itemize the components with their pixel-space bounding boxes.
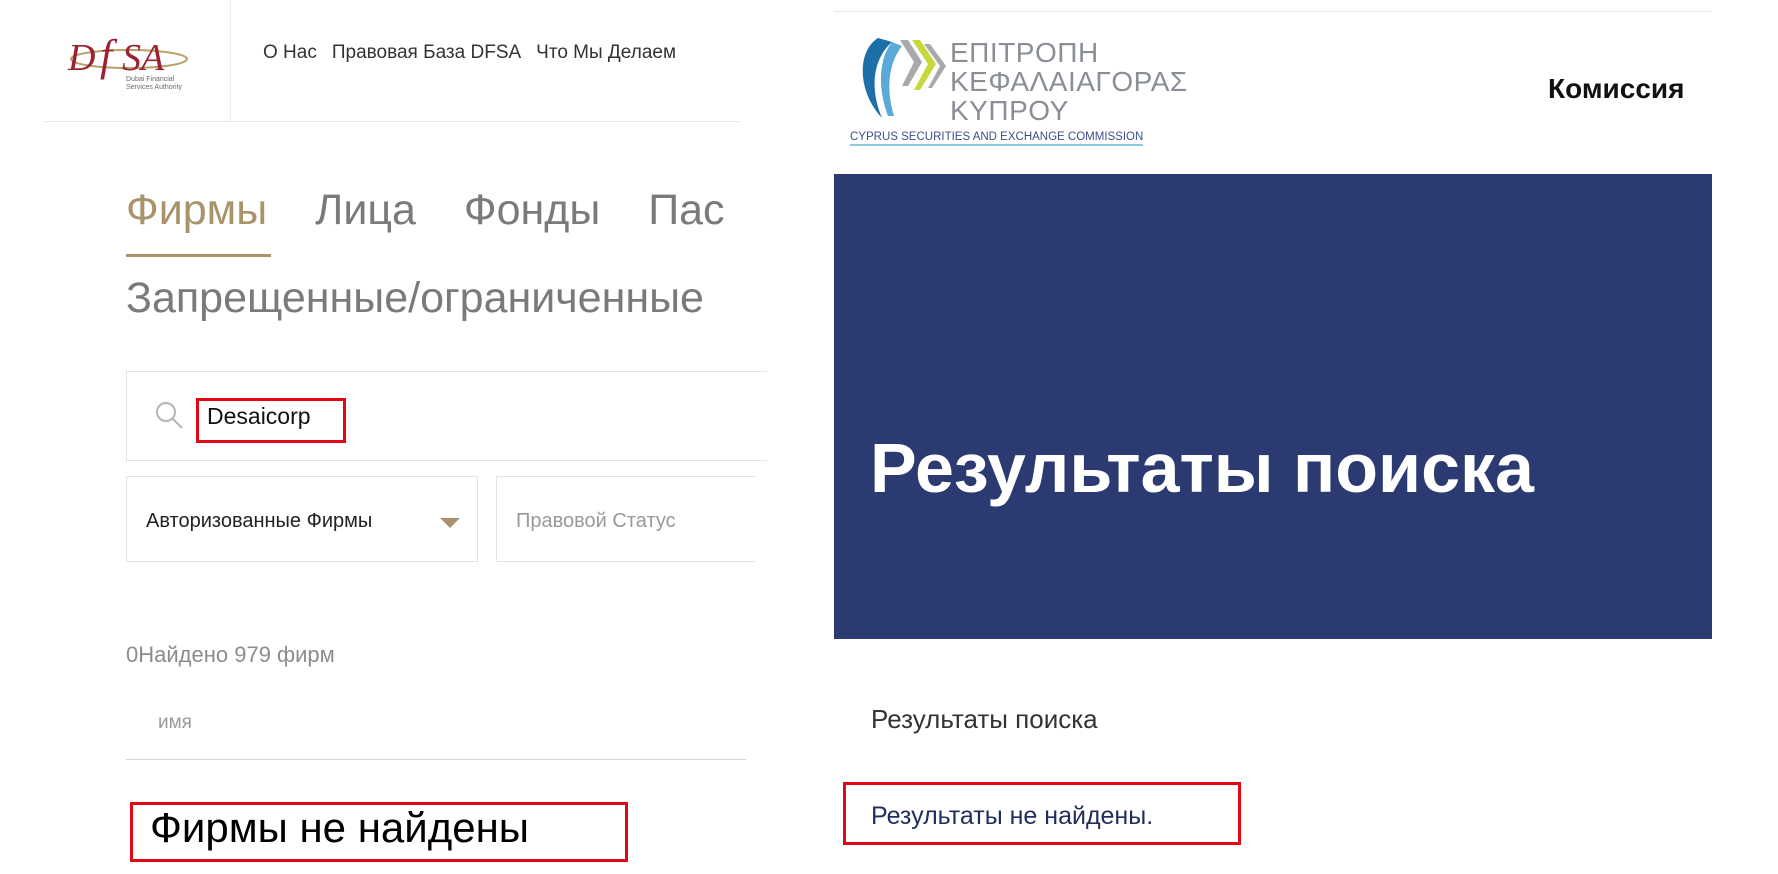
no-results-highlight-box bbox=[843, 782, 1241, 845]
page-banner bbox=[834, 174, 1712, 639]
cysec-logo-english: CYPRUS SECURITIES AND EXCHANGE COMMISSIO… bbox=[850, 131, 1144, 146]
search-highlight-box bbox=[196, 398, 346, 443]
cysec-logo[interactable] bbox=[848, 30, 948, 125]
nav-item-what-we-do[interactable]: Что Мы Делаем bbox=[536, 42, 676, 64]
search-icon bbox=[156, 402, 183, 429]
svg-text:D: D bbox=[67, 37, 95, 79]
dfsa-logo-caption: Dubai Financial Services Authority bbox=[126, 76, 183, 91]
header-divider bbox=[230, 0, 231, 121]
nav-item-commission[interactable]: Комиссия bbox=[1548, 73, 1684, 105]
table-header-divider bbox=[126, 759, 746, 760]
tab-passport[interactable]: Пас bbox=[648, 186, 724, 235]
svg-text:f: f bbox=[100, 31, 118, 80]
firm-type-selected: Авторизованные Фирмы bbox=[146, 510, 373, 532]
nav-item-about[interactable]: О Нас bbox=[263, 42, 317, 64]
tab-funds[interactable]: Фонды bbox=[464, 186, 600, 235]
header-bottom-line bbox=[44, 121, 740, 122]
no-results-highlight-box bbox=[130, 802, 628, 862]
active-tab-underline bbox=[126, 254, 271, 257]
legal-status-placeholder: Правовой Статус bbox=[516, 510, 676, 532]
nav-item-legal-framework[interactable]: Правовая База DFSA bbox=[332, 42, 521, 64]
table-header-name[interactable]: имя bbox=[158, 712, 192, 734]
results-count: 0Найдено 979 фирм bbox=[126, 642, 335, 667]
header-top-line bbox=[834, 11, 1712, 12]
tab-restricted[interactable]: Запрещенные/ограниченные bbox=[126, 274, 704, 323]
tab-firms[interactable]: Фирмы bbox=[126, 186, 267, 235]
section-title: Результаты поиска bbox=[871, 704, 1098, 734]
cysec-logo-greek: ΕΠΙΤΡΟΠΗ ΚΕΦΑΛΑΙΑΓΟΡΑΣ ΚΥΠΡΟΥ bbox=[950, 37, 1188, 126]
svg-text:SA: SA bbox=[122, 37, 165, 79]
tab-individuals[interactable]: Лица bbox=[315, 186, 416, 235]
dfsa-top-nav: О Нас Правовая База DFSA Что Мы Делаем bbox=[263, 42, 676, 64]
chevron-down-icon bbox=[440, 518, 460, 528]
register-tabs: Фирмы Лица Фонды Пас bbox=[126, 186, 725, 235]
page-title: Результаты поиска bbox=[870, 429, 1534, 507]
